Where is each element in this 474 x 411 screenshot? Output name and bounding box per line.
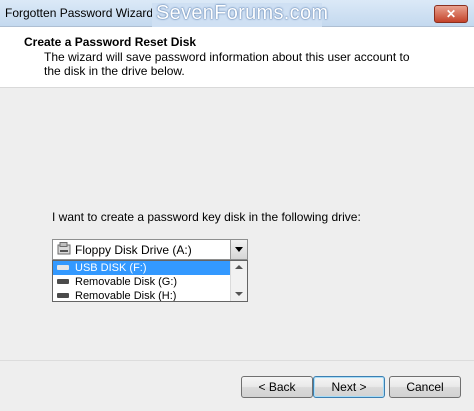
next-button[interactable]: Next >	[313, 376, 385, 398]
floppy-drive-icon	[57, 242, 71, 255]
removable-drive-icon	[57, 265, 69, 270]
removable-drive-icon	[57, 279, 69, 284]
drive-option-label: USB DISK (F:)	[75, 262, 147, 274]
page-description: The wizard will save password informatio…	[44, 50, 410, 78]
wizard-window: Forgotten Password Wizard SevenForums.co…	[0, 0, 474, 411]
drive-option-removable-g[interactable]: Removable Disk (G:)	[53, 275, 231, 289]
drive-option-usb-f[interactable]: USB DISK (F:)	[53, 261, 231, 275]
page-title: Create a Password Reset Disk	[24, 35, 197, 49]
watermark-text: SevenForums.com	[156, 2, 329, 24]
title-bar[interactable]: Forgotten Password Wizard SevenForums.co…	[0, 0, 474, 27]
drive-prompt: I want to create a password key disk in …	[52, 210, 361, 224]
drive-dropdown-list[interactable]: USB DISK (F:) Removable Disk (G:) Remova…	[52, 260, 248, 302]
chevron-down-icon	[235, 247, 243, 252]
drive-option-label: Removable Disk (H:)	[75, 290, 177, 302]
close-icon: ✕	[445, 7, 457, 21]
wizard-header: Create a Password Reset Disk The wizard …	[0, 27, 474, 88]
removable-drive-icon	[57, 293, 69, 298]
window-title: Forgotten Password Wizard	[5, 6, 154, 20]
drive-option-removable-h[interactable]: Removable Disk (H:)	[53, 289, 231, 302]
drive-select-value: Floppy Disk Drive (A:)	[75, 243, 192, 257]
scroll-up-icon[interactable]	[235, 265, 243, 269]
drive-select[interactable]: Floppy Disk Drive (A:)	[52, 239, 248, 260]
watermark: SevenForums.com	[152, 2, 328, 27]
close-button[interactable]: ✕	[434, 5, 468, 23]
dropdown-scrollbar[interactable]	[230, 261, 247, 301]
cancel-button[interactable]: Cancel	[389, 376, 461, 398]
back-button[interactable]: < Back	[241, 376, 313, 398]
scroll-down-icon[interactable]	[235, 292, 243, 296]
drive-option-label: Removable Disk (G:)	[75, 276, 178, 288]
wizard-footer: < Back Next > Cancel	[0, 360, 474, 411]
dropdown-button[interactable]	[230, 240, 247, 259]
